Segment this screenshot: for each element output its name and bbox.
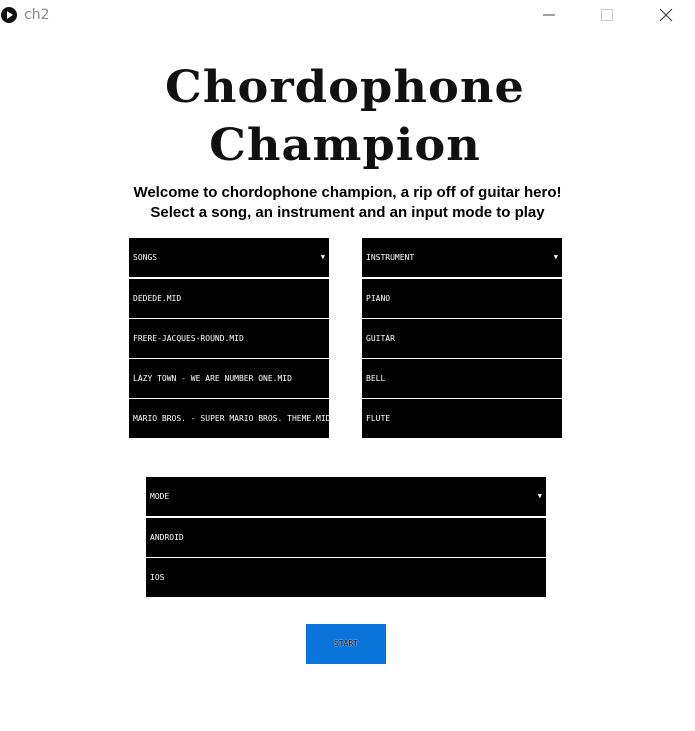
minimize-button[interactable] bbox=[526, 0, 572, 31]
songs-header-label: SONGS bbox=[133, 253, 158, 262]
window-title: ch2 bbox=[24, 7, 50, 23]
close-icon bbox=[659, 8, 673, 22]
song-item[interactable]: LAZY TOWN - WE ARE NUMBER ONE.MID bbox=[129, 359, 329, 398]
title-bar[interactable]: ch2 bbox=[0, 0, 695, 31]
instrument-header-label: INSTRUMENT bbox=[366, 253, 415, 262]
caret-down-icon: ▼ bbox=[553, 253, 558, 261]
game-logo: Chordophone Champion bbox=[150, 58, 540, 183]
logo-line-2: Champion bbox=[209, 120, 481, 171]
start-button[interactable]: START bbox=[306, 624, 386, 664]
maximize-icon bbox=[601, 9, 613, 21]
instrument-item[interactable]: FLUTE bbox=[362, 399, 562, 438]
song-item[interactable]: DEDEDE.MID bbox=[129, 279, 329, 318]
play-circle-icon bbox=[1, 7, 17, 23]
mode-item[interactable]: ANDROID bbox=[146, 518, 546, 557]
instrument-item[interactable]: BELL bbox=[362, 359, 562, 398]
songs-header[interactable]: SONGS ▼ bbox=[129, 238, 329, 277]
song-item[interactable]: MARIO BROS. - SUPER MARIO BROS. THEME.MI… bbox=[129, 399, 329, 438]
instrument-item[interactable]: PIANO bbox=[362, 279, 562, 318]
song-item[interactable]: FRERE-JACQUES-ROUND.MID bbox=[129, 319, 329, 358]
instrument-header[interactable]: INSTRUMENT ▼ bbox=[362, 238, 562, 277]
caret-down-icon: ▼ bbox=[320, 253, 325, 261]
instructions-text: Select a song, an instrument and an inpu… bbox=[150, 204, 545, 221]
mode-header[interactable]: MODE ▼ bbox=[146, 477, 546, 516]
welcome-text: Welcome to chordophone champion, a rip o… bbox=[133, 184, 562, 201]
close-button[interactable] bbox=[643, 0, 689, 31]
logo-line-1: Chordophone bbox=[165, 62, 525, 113]
mode-header-label: MODE bbox=[150, 492, 170, 501]
mode-item[interactable]: IOS bbox=[146, 558, 546, 597]
maximize-button[interactable] bbox=[584, 0, 630, 31]
minimize-icon bbox=[543, 14, 555, 16]
instrument-item[interactable]: GUITAR bbox=[362, 319, 562, 358]
caret-down-icon: ▼ bbox=[537, 492, 542, 500]
